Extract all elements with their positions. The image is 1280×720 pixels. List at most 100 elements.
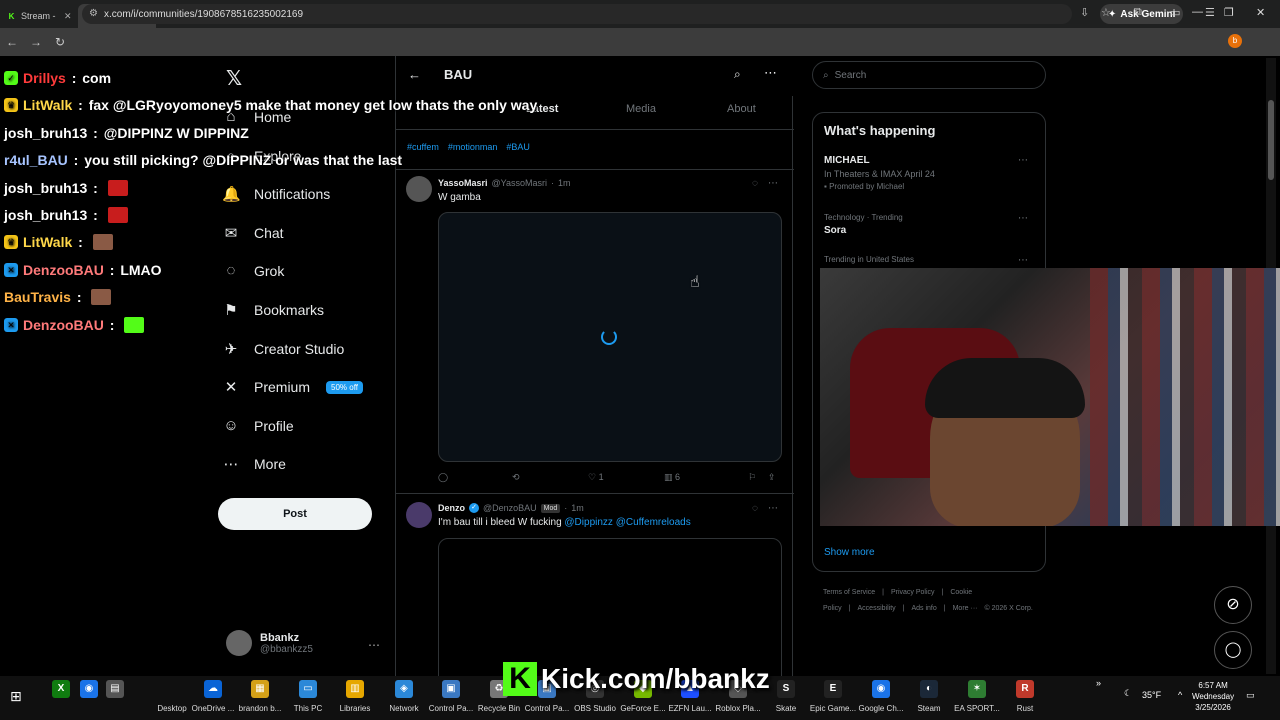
taskbar-item[interactable]: ◉ Google Ch... (854, 680, 908, 713)
weather-temp[interactable]: 35°F (1142, 690, 1161, 700)
tab-about[interactable]: About (727, 103, 756, 115)
x-logo-icon[interactable]: 𝕏 (226, 66, 242, 91)
post-author[interactable]: YassoMasri (438, 178, 488, 188)
post-button[interactable]: Post (218, 498, 372, 530)
sidebar-item-bookmarks[interactable]: ⚑ Bookmarks (222, 301, 324, 319)
mention-link[interactable]: @Cuffemreloads (616, 517, 691, 528)
taskbar-item[interactable]: ▤ (88, 680, 142, 698)
sidebar-item-more[interactable]: ⋯ More (222, 455, 286, 473)
chat-username[interactable]: DenzooBAU (23, 317, 104, 333)
repost-icon[interactable]: ⟲ (512, 472, 588, 483)
account-switcher[interactable]: Bbankz @bbankzz5 (226, 630, 313, 656)
more-icon[interactable]: ⋯ (1018, 155, 1028, 166)
views-button[interactable]: ▥ 6 (664, 472, 748, 483)
post-item[interactable]: Denzo ✓ @DenzoBAU Mod · 1m ◌ ⋯ I'm bau t… (396, 494, 794, 698)
footer-link[interactable]: Accessibility (858, 605, 896, 612)
more-options-icon[interactable]: ⋯ (368, 638, 380, 652)
taskbar-item[interactable]: E Epic Game... (806, 680, 860, 713)
close-window-icon[interactable]: ✕ (1256, 6, 1265, 19)
taskbar-item[interactable]: ▥ Libraries (328, 680, 382, 713)
chat-username[interactable]: Drillys (23, 70, 66, 86)
footer-link[interactable]: More ··· (953, 605, 978, 612)
more-icon[interactable]: ⋯ (768, 503, 778, 514)
taskbar-item[interactable]: R Rust (998, 680, 1052, 713)
sidebar-item-profile[interactable]: ☺ Profile (222, 417, 293, 434)
chat-username[interactable]: josh_bruh13 (4, 180, 87, 196)
taskbar-item[interactable]: ▦ brandon b... (233, 680, 287, 713)
windows-start-icon[interactable]: ⊞ (10, 688, 22, 705)
close-tab-icon[interactable]: ✕ (64, 11, 72, 22)
search-icon[interactable]: ⌕ (734, 67, 741, 82)
sidebar-item-premium[interactable]: ✕ Premium 50% off (222, 378, 363, 396)
like-button[interactable]: ♡ 1 (588, 472, 664, 483)
site-info-icon[interactable]: ⚙ (89, 8, 98, 19)
maximize-icon[interactable]: ❐ (1224, 6, 1234, 19)
menu-list-icon[interactable]: ☰ (1205, 6, 1215, 19)
post-item[interactable]: YassoMasri @YassoMasri · 1m ◌ ⋯ W gamba … (396, 170, 794, 492)
chrome-profile-avatar[interactable]: b (1228, 34, 1242, 48)
taskbar-item[interactable]: ▭ This PC (281, 680, 335, 713)
footer-link[interactable]: Privacy Policy (891, 589, 935, 596)
chevron-up-icon[interactable]: » (1096, 678, 1101, 688)
more-icon[interactable]: ⋯ (1018, 255, 1028, 266)
taskbar-item[interactable]: ☁ OneDrive ... (186, 680, 240, 713)
sidebar-item-notifications[interactable]: 🔔 Notifications (222, 185, 330, 203)
chat-username[interactable]: DenzooBAU (23, 262, 104, 278)
url-input[interactable]: ⚙ x.com/i/communities/190867851623500216… (82, 4, 1072, 24)
footer-link[interactable]: © 2026 X Corp. (984, 605, 1032, 612)
grok-fab-icon[interactable]: ⊘ (1214, 586, 1252, 624)
trend-item[interactable]: Trending in United States ⋯ (824, 255, 1036, 266)
minimize-icon[interactable]: — (1192, 6, 1203, 18)
back-icon[interactable]: ← (0, 35, 24, 49)
footer-link[interactable]: Terms of Service (823, 589, 875, 596)
search-input[interactable]: ⌕ Search (812, 61, 1046, 89)
show-more-link[interactable]: Show more (824, 547, 875, 558)
chat-username[interactable]: josh_bruh13 (4, 125, 87, 141)
scrollbar-thumb[interactable] (1268, 100, 1274, 180)
bookmark-star-icon[interactable]: ☆ (1101, 6, 1111, 19)
reload-icon[interactable]: ↻ (48, 35, 72, 49)
split-view-icon[interactable]: ▭ (1170, 6, 1180, 19)
taskbar-item[interactable]: ◐ Steam (902, 680, 956, 713)
bookmark-icon[interactable]: ⚐ (748, 472, 768, 483)
grok-icon[interactable]: ◌ (752, 503, 758, 514)
mention-link[interactable]: @Dippinzz (564, 517, 613, 528)
tray-chevron-icon[interactable]: ^ (1178, 690, 1182, 700)
weather-icon[interactable]: ☾ (1124, 688, 1132, 699)
footer-link[interactable]: Ads info (911, 605, 936, 612)
forward-icon[interactable]: → (24, 35, 48, 49)
share-icon[interactable]: ⇪ (768, 472, 784, 483)
more-icon[interactable]: ⋯ (768, 178, 778, 189)
chat-fab-icon[interactable]: ◯ (1214, 631, 1252, 669)
post-author[interactable]: Denzo (438, 503, 465, 513)
clock[interactable]: 6:57 AM Wednesday 3/25/2026 (1192, 680, 1234, 713)
chat-username[interactable]: BauTravis (4, 289, 71, 305)
more-icon[interactable]: ⋯ (764, 65, 777, 81)
sidebar-item-chat[interactable]: ✉ Chat (222, 224, 284, 242)
sidebar-item-grok[interactable]: ◌ Grok (222, 262, 285, 279)
extensions-icon[interactable]: ⧉ (1134, 6, 1142, 19)
taskbar-item[interactable]: ▣ Control Pa... (424, 680, 478, 713)
chat-username[interactable]: josh_bruh13 (4, 207, 87, 223)
chat-username[interactable]: r4ul_BAU (4, 152, 68, 168)
tab-media[interactable]: Media (626, 103, 656, 115)
hashtag[interactable]: #motionman (448, 142, 498, 152)
chat-username[interactable]: LitWalk (23, 97, 72, 113)
avatar[interactable] (406, 502, 432, 528)
avatar[interactable] (406, 176, 432, 202)
browser-tab[interactable]: K Stream - ✕ (0, 4, 78, 28)
trend-item[interactable]: MICHAEL In Theaters & IMAX April 24 ▪ Pr… (824, 155, 1036, 191)
hashtag[interactable]: #BAU (506, 142, 530, 152)
chat-username[interactable]: LitWalk (23, 234, 72, 250)
sidebar-item-creator-studio[interactable]: ✈ Creator Studio (222, 340, 345, 358)
grok-icon[interactable]: ◌ (752, 178, 758, 189)
more-icon[interactable]: ⋯ (1018, 213, 1028, 224)
reply-icon[interactable]: ◯ (438, 472, 512, 483)
install-icon[interactable]: ⇩ (1080, 6, 1089, 19)
media-loading[interactable] (438, 212, 782, 462)
notification-icon[interactable]: ▭ (1246, 690, 1255, 701)
hashtag[interactable]: #cuffem (407, 142, 439, 152)
taskbar-item[interactable]: ✶ EA SPORT... (950, 680, 1004, 713)
trend-item[interactable]: Technology · Trending Sora ⋯ (824, 213, 1036, 236)
taskbar-item[interactable]: ◈ Network (377, 680, 431, 713)
